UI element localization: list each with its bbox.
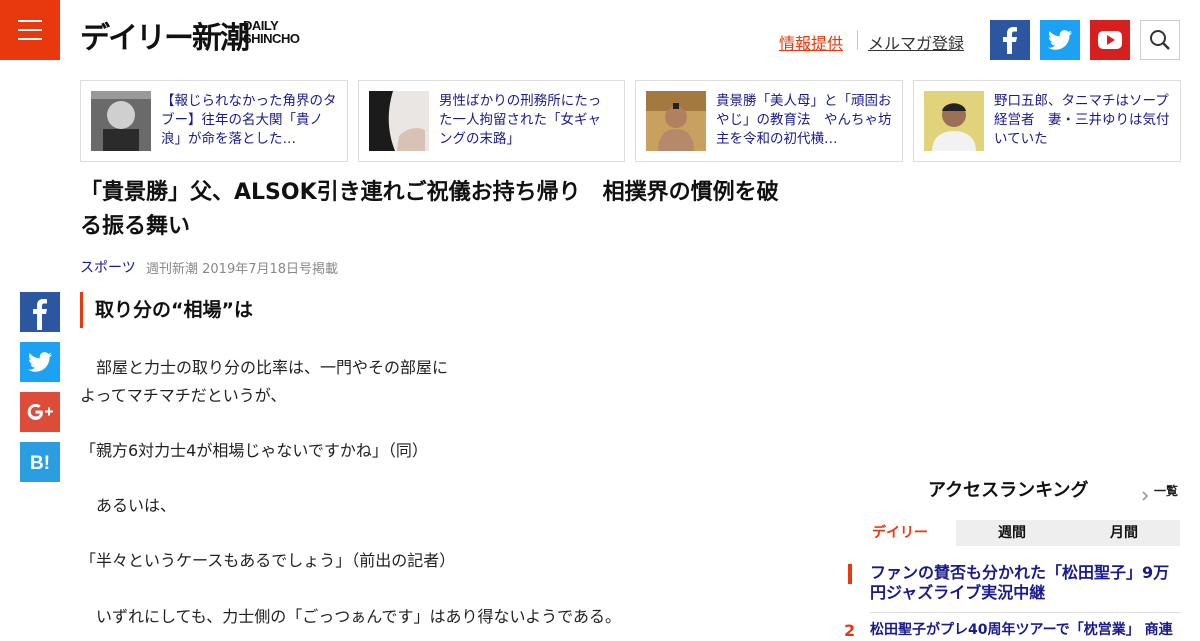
article-paragraph: 部屋と力士の取り分の比率は、一門やその部屋に よってマチマチだというが、 bbox=[80, 358, 449, 405]
tab-daily[interactable]: デイリー bbox=[844, 520, 956, 546]
category-link[interactable]: スポーツ bbox=[80, 257, 136, 277]
article-paragraph: 「半々というケースもあるでしょう」（前出の記者） bbox=[80, 551, 456, 570]
menu-button[interactable] bbox=[0, 0, 60, 60]
svg-text:B!: B! bbox=[30, 453, 50, 474]
card-thumbnail bbox=[91, 91, 151, 151]
menu-icon-bar bbox=[18, 20, 42, 22]
facebook-icon[interactable] bbox=[990, 20, 1030, 60]
section-heading-bar bbox=[80, 292, 83, 328]
info-submit-link[interactable]: 情報提供 bbox=[779, 30, 843, 54]
section-heading: 取り分の“相場”は bbox=[95, 299, 253, 321]
ranking-more-link[interactable]: 一覧 bbox=[1154, 483, 1178, 499]
card-thumbnail bbox=[369, 91, 429, 151]
card-title: 男性ばかりの刑務所にたった一人拘留された「女ギャングの末路」 bbox=[439, 93, 602, 147]
article-paragraph: あるいは、 bbox=[80, 496, 177, 515]
ranking-item-title[interactable]: ファンの賛否も分かれた「松田聖子」9万円ジャズライブ実況中継 bbox=[870, 563, 1170, 603]
share-googleplus-icon[interactable] bbox=[20, 392, 60, 432]
ranking-divider bbox=[870, 612, 1180, 613]
article-title: 「貴景勝」父、ALSOK引き連れご祝儀お持ち帰り 相撲界の慣例を破る振る舞い bbox=[80, 180, 779, 239]
header-divider bbox=[857, 30, 858, 50]
menu-icon-bar bbox=[18, 38, 42, 40]
search-button[interactable] bbox=[1140, 20, 1180, 60]
rank-number: 2 bbox=[844, 621, 856, 640]
search-icon bbox=[1150, 30, 1170, 50]
logo-en: DAILY SHINCHO bbox=[243, 19, 300, 46]
rank-marker bbox=[848, 564, 852, 584]
logo-en-line2: SHINCHO bbox=[243, 31, 300, 46]
related-card[interactable]: 野口五郎、タニマチはソープ経営者 妻・三井ゆりは気付いていた bbox=[913, 80, 1181, 162]
related-card[interactable]: 【報じられなかった角界のタブー】往年の名大関「貴ノ浪」が命を落とした… bbox=[80, 80, 348, 162]
card-title: 貴景勝「美人母」と「頑固おやじ」の教育法 やんちゃ坊主を令和の初代横… bbox=[716, 93, 892, 147]
card-thumbnail bbox=[924, 91, 984, 151]
youtube-icon[interactable] bbox=[1090, 20, 1130, 60]
publication-info: 週刊新潮 2019年7月18日号掲載 bbox=[146, 262, 339, 277]
share-facebook-icon[interactable] bbox=[20, 292, 60, 332]
chevron-right-icon bbox=[1142, 486, 1150, 505]
ranking-item-title[interactable]: 松田聖子がプレ40周年ツアーで「枕営業」 商連 bbox=[870, 620, 1180, 640]
card-title: 野口五郎、タニマチはソープ経営者 妻・三井ゆりは気付いていた bbox=[994, 93, 1170, 147]
newsletter-link[interactable]: メルマガ登録 bbox=[868, 30, 964, 54]
card-title: 【報じられなかった角界のタブー】往年の名大関「貴ノ浪」が命を落とした… bbox=[161, 93, 337, 147]
menu-icon-bar bbox=[18, 29, 42, 31]
related-card[interactable]: 男性ばかりの刑務所にたった一人拘留された「女ギャングの末路」 bbox=[358, 80, 625, 162]
twitter-icon[interactable] bbox=[1040, 20, 1080, 60]
article-paragraph: 「親方6対力士4が相場じゃないですかね」（同） bbox=[80, 441, 428, 460]
related-card[interactable]: 貴景勝「美人母」と「頑固おやじ」の教育法 やんちゃ坊主を令和の初代横… bbox=[635, 80, 903, 162]
ranking-title: アクセスランキング bbox=[928, 480, 1089, 501]
card-thumbnail bbox=[646, 91, 706, 151]
site-logo[interactable]: デイリー新潮 DAILY SHINCHO bbox=[80, 18, 310, 60]
tab-weekly[interactable]: 週間 bbox=[956, 520, 1068, 546]
article-paragraph: いずれにしても、力士側の「ごっつぁんです」はあり得ないようである。 bbox=[80, 607, 621, 626]
share-twitter-icon[interactable] bbox=[20, 342, 60, 382]
tab-monthly[interactable]: 月間 bbox=[1068, 520, 1180, 546]
logo-jp: デイリー新潮 bbox=[80, 21, 250, 56]
share-hatena-icon[interactable]: B! bbox=[20, 442, 60, 482]
